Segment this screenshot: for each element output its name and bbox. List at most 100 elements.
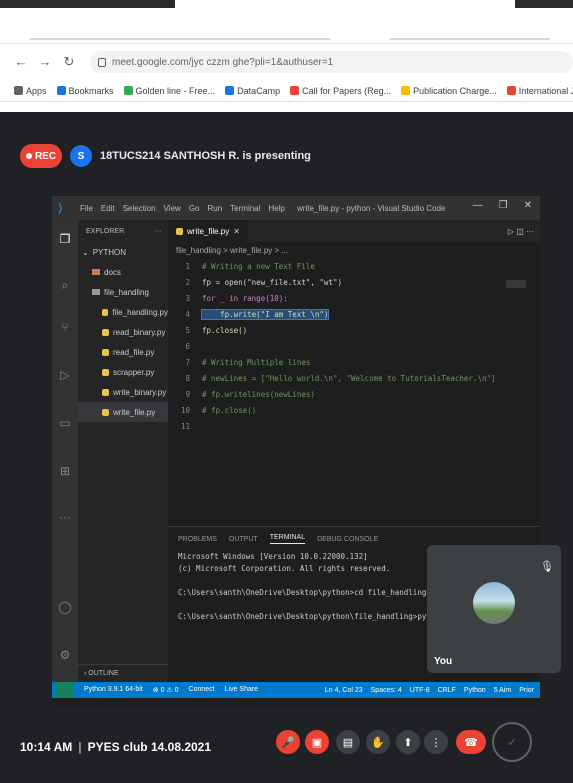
back-icon[interactable]: ← [14, 55, 28, 69]
bookmark-item[interactable]: Apps [14, 86, 47, 96]
remote-explorer-icon[interactable]: ▭ [58, 416, 72, 430]
panel-tab[interactable]: TERMINAL [269, 534, 306, 544]
settings-gear-icon[interactable]: ⚙ [58, 648, 72, 662]
meeting-title: PYES club 14.08.2021 [87, 740, 212, 754]
present-button[interactable]: ⬆ [396, 730, 420, 754]
panel-tab[interactable]: OUTPUT [229, 536, 258, 543]
bookmark-favicon-icon [14, 86, 23, 95]
code-text: # newLines = ["Hello world.\n", "Welcome… [202, 373, 496, 383]
camera-off-button[interactable]: ▣ [305, 730, 329, 754]
menu-item[interactable]: Selection [123, 204, 156, 213]
panel-tab[interactable]: DEBUG CONSOLE [317, 536, 378, 543]
menu-item[interactable]: File [80, 204, 93, 213]
status-item[interactable]: Python 3.9.1 64-bit [84, 686, 143, 694]
menu-item[interactable]: Go [189, 204, 200, 213]
menu-item[interactable]: Terminal [230, 204, 260, 213]
menu-item[interactable]: Edit [101, 204, 115, 213]
restore-icon[interactable]: ❐ [499, 200, 508, 211]
line-number: 3 [185, 293, 190, 303]
code-line[interactable]: 6 [168, 338, 540, 354]
search-icon[interactable]: ⌕ [58, 278, 72, 292]
code-line[interactable]: 7 # Writing Multiple lines [168, 354, 540, 370]
code-editor[interactable]: write_file.py ✕ ▷ ◫ ··· file_handling > … [168, 220, 540, 526]
status-item[interactable]: UTF-8 [410, 687, 430, 694]
breadcrumb: file_handling > write_file.py > ... [176, 245, 289, 255]
outline-section[interactable]: › OUTLINE [78, 664, 168, 682]
root-folder-row[interactable]: ⌄ PYTHON [78, 242, 168, 262]
mic-off-button[interactable]: 🎤 [276, 730, 300, 754]
explorer-more-icon[interactable]: ··· [155, 228, 162, 235]
source-control-icon[interactable]: ⑂ [58, 320, 72, 334]
panel-tab[interactable]: PROBLEMS [178, 536, 217, 543]
bookmark-item[interactable]: Golden line - Free... [123, 86, 215, 96]
file-tree-item[interactable]: write_binary.py [78, 382, 168, 402]
python-file-icon [176, 227, 183, 235]
code-line[interactable]: 10 # fp.close() [168, 402, 540, 418]
code-line[interactable]: 1 # Writing a new Text File [168, 258, 540, 274]
forward-icon[interactable]: → [38, 55, 52, 69]
status-item[interactable]: Spaces: 4 [371, 687, 402, 694]
status-item[interactable]: Ln 4, Col 23 [325, 687, 363, 694]
close-icon[interactable]: ✕ [524, 200, 532, 211]
code-line[interactable]: 8 # newLines = ["Hello world.\n", "Welcom… [168, 370, 540, 386]
bookmark-label: International Journ... [518, 85, 573, 96]
code-line[interactable]: 4 fp.write("I am Text \n") [168, 306, 540, 322]
file-tree-label: write_file.py [113, 407, 156, 417]
minimap[interactable] [506, 280, 526, 288]
line-number: 2 [185, 277, 190, 287]
raise-hand-button[interactable]: ✋ [366, 730, 390, 754]
minimize-icon[interactable]: — [473, 200, 483, 211]
code-line[interactable]: 11 [168, 418, 540, 434]
menu-item[interactable]: Run [207, 204, 222, 213]
bookmark-item[interactable]: Publication Charge... [401, 86, 497, 96]
extensions-icon[interactable]: ⊞ [58, 464, 72, 478]
status-item[interactable]: Prior [519, 687, 534, 694]
files-icon[interactable]: ❐ [58, 232, 72, 246]
address-bar[interactable]: meet.google.com/jyc czzm ghe?pli=1&authu… [90, 51, 573, 73]
active-tab[interactable] [175, 0, 515, 8]
status-item[interactable]: Live Share [225, 686, 258, 694]
code-line[interactable]: 3 for _ in range(10): [168, 290, 540, 306]
status-item[interactable]: Python [464, 687, 486, 694]
menu-item[interactable]: View [164, 204, 181, 213]
file-tree-item[interactable]: file_handling [78, 282, 168, 302]
line-number: 11 [180, 421, 190, 431]
bookmark-item[interactable]: Bookmarks [56, 86, 114, 96]
file-tree-item[interactable]: file_handling.py [78, 302, 168, 322]
status-item[interactable]: CRLF [438, 687, 456, 694]
more-options-button[interactable]: ⋮ [424, 730, 448, 754]
bookmark-item[interactable]: International Journ... [506, 85, 573, 96]
run-debug-icon[interactable]: ▷ [58, 368, 72, 382]
editor-actions[interactable]: ▷ ◫ ··· [508, 227, 534, 236]
captions-button[interactable]: ▤ [336, 730, 360, 754]
close-tab-icon[interactable]: ✕ [233, 227, 240, 236]
line-number: 8 [185, 373, 190, 383]
check-circle-icon[interactable]: ✓ [492, 722, 532, 762]
leave-call-button[interactable]: ☎ [456, 730, 486, 754]
file-tree-item[interactable]: read_file.py [78, 342, 168, 362]
vscode-window-title: write_file.py - python - Visual Studio C… [297, 204, 446, 213]
python-file-icon [102, 348, 109, 356]
file-tree-item[interactable]: write_file.py [78, 402, 168, 422]
menu-item[interactable]: Help [268, 204, 284, 213]
remote-indicator[interactable] [56, 682, 74, 698]
code-line[interactable]: 5 fp.close() [168, 322, 540, 338]
file-tree-item[interactable]: read_binary.py [78, 322, 168, 342]
status-item[interactable]: Connect [189, 686, 215, 694]
bookmark-favicon-icon [56, 86, 66, 95]
account-icon[interactable]: ◯ [58, 600, 72, 614]
reload-icon[interactable]: ↻ [62, 55, 76, 69]
presenter-text: 18TUCS214 SANTHOSH R. is presenting [100, 150, 311, 162]
status-item[interactable]: ⊗ 0 ⚠ 0 [153, 686, 179, 694]
editor-tab[interactable]: write_file.py ✕ [168, 220, 248, 242]
code-line[interactable]: 2 fp = open("new_file.txt", "wt") [168, 274, 540, 290]
meeting-time: 10:14 AM [20, 740, 73, 754]
status-item[interactable]: 5 Aim [494, 687, 512, 694]
code-line[interactable]: 9 # fp.writelines(newLines) [168, 386, 540, 402]
file-tree-item[interactable]: docs [78, 262, 168, 282]
bookmark-item[interactable]: DataCamp [225, 86, 280, 96]
more-icon[interactable]: ··· [58, 510, 72, 524]
file-tree-item[interactable]: scrapper.py [78, 362, 168, 382]
bookmark-item[interactable]: Call for Papers (Reg... [290, 86, 391, 96]
recording-badge: REC [20, 144, 62, 168]
